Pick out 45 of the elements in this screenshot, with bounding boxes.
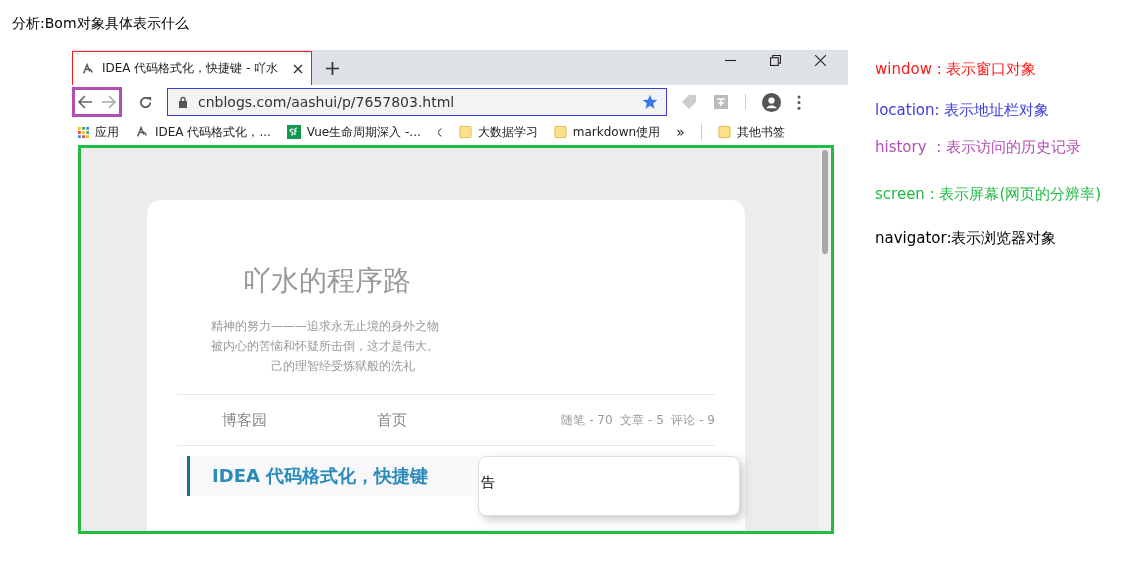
tab-title: IDEA 代码格式化，快捷键 - 吖水 (102, 60, 280, 77)
site-logo-icon (81, 61, 95, 76)
post-title[interactable]: IDEA 代码格式化，快捷键 (187, 456, 478, 496)
restore-icon[interactable] (770, 55, 781, 66)
apps-grid-icon (78, 126, 89, 138)
bookmark-item[interactable]: 应用 (78, 123, 119, 141)
close-icon[interactable] (293, 63, 303, 74)
annotation-text: history : 表示访问的历史记录 (875, 138, 1082, 158)
bookmark-item[interactable]: 大数据学习 (458, 123, 538, 141)
bookmark-label: 其他书签 (736, 123, 785, 141)
folder-icon (717, 125, 731, 139)
folder-icon (553, 125, 567, 139)
site-logo-icon (286, 125, 301, 139)
menu-icon[interactable] (797, 94, 801, 110)
panel-text: 告 (481, 474, 495, 490)
bookmark-label: markdown使用 (572, 123, 661, 141)
bookmark-label: 大数据学习 (477, 123, 538, 141)
motto-line: 被内心的苦恼和怀疑所击倒，这才是伟大。 (211, 338, 440, 355)
nav-link[interactable]: 博客园 (222, 410, 267, 430)
reload-icon[interactable] (138, 94, 153, 110)
bookmark-item[interactable]: markdown使用 (553, 123, 661, 141)
annotation-text: location: 表示地址栏对象 (875, 101, 1051, 121)
browser-tab[interactable]: IDEA 代码格式化，快捷键 - 吖水 (72, 51, 312, 85)
scrollbar[interactable] (819, 148, 831, 531)
blog-stats: 随笔 - 70 文章 - 5 评论 - 9 (561, 411, 715, 429)
site-logo-icon (135, 125, 149, 139)
motto-line: 精神的努力———追求永无止境的身外之物 (211, 318, 440, 335)
motto-line: 己的理智经受炼狱般的洗礼 (270, 358, 416, 375)
address-bar[interactable]: cnblogs.com/aashui/p/7657803.html (167, 88, 667, 116)
more-bookmarks-icon[interactable]: » (676, 124, 685, 140)
close-icon[interactable] (815, 55, 826, 66)
annotation-text: navigator:表示浏览器对象 (875, 229, 1058, 249)
profile-avatar-icon[interactable] (762, 92, 781, 112)
star-icon[interactable] (642, 94, 658, 110)
heading-text: 分析:Bom对象具体表示什么 (12, 15, 189, 33)
nav-link[interactable]: 首页 (377, 410, 407, 430)
annotation-text: window : 表示窗口对象 (875, 60, 1038, 80)
annotation-text: screen : 表示屏幕(网页的分辨率) (875, 185, 1102, 205)
url-text: cnblogs.com/aashui/p/7657803.html (198, 94, 456, 110)
new-tab-icon[interactable] (326, 62, 339, 75)
folder-icon (458, 125, 472, 139)
lock-icon (178, 96, 188, 108)
bookmark-label: 应用 (95, 123, 119, 141)
back-arrow-icon[interactable] (77, 94, 93, 110)
bookmark-folder[interactable]: 其他书签 (717, 123, 785, 141)
